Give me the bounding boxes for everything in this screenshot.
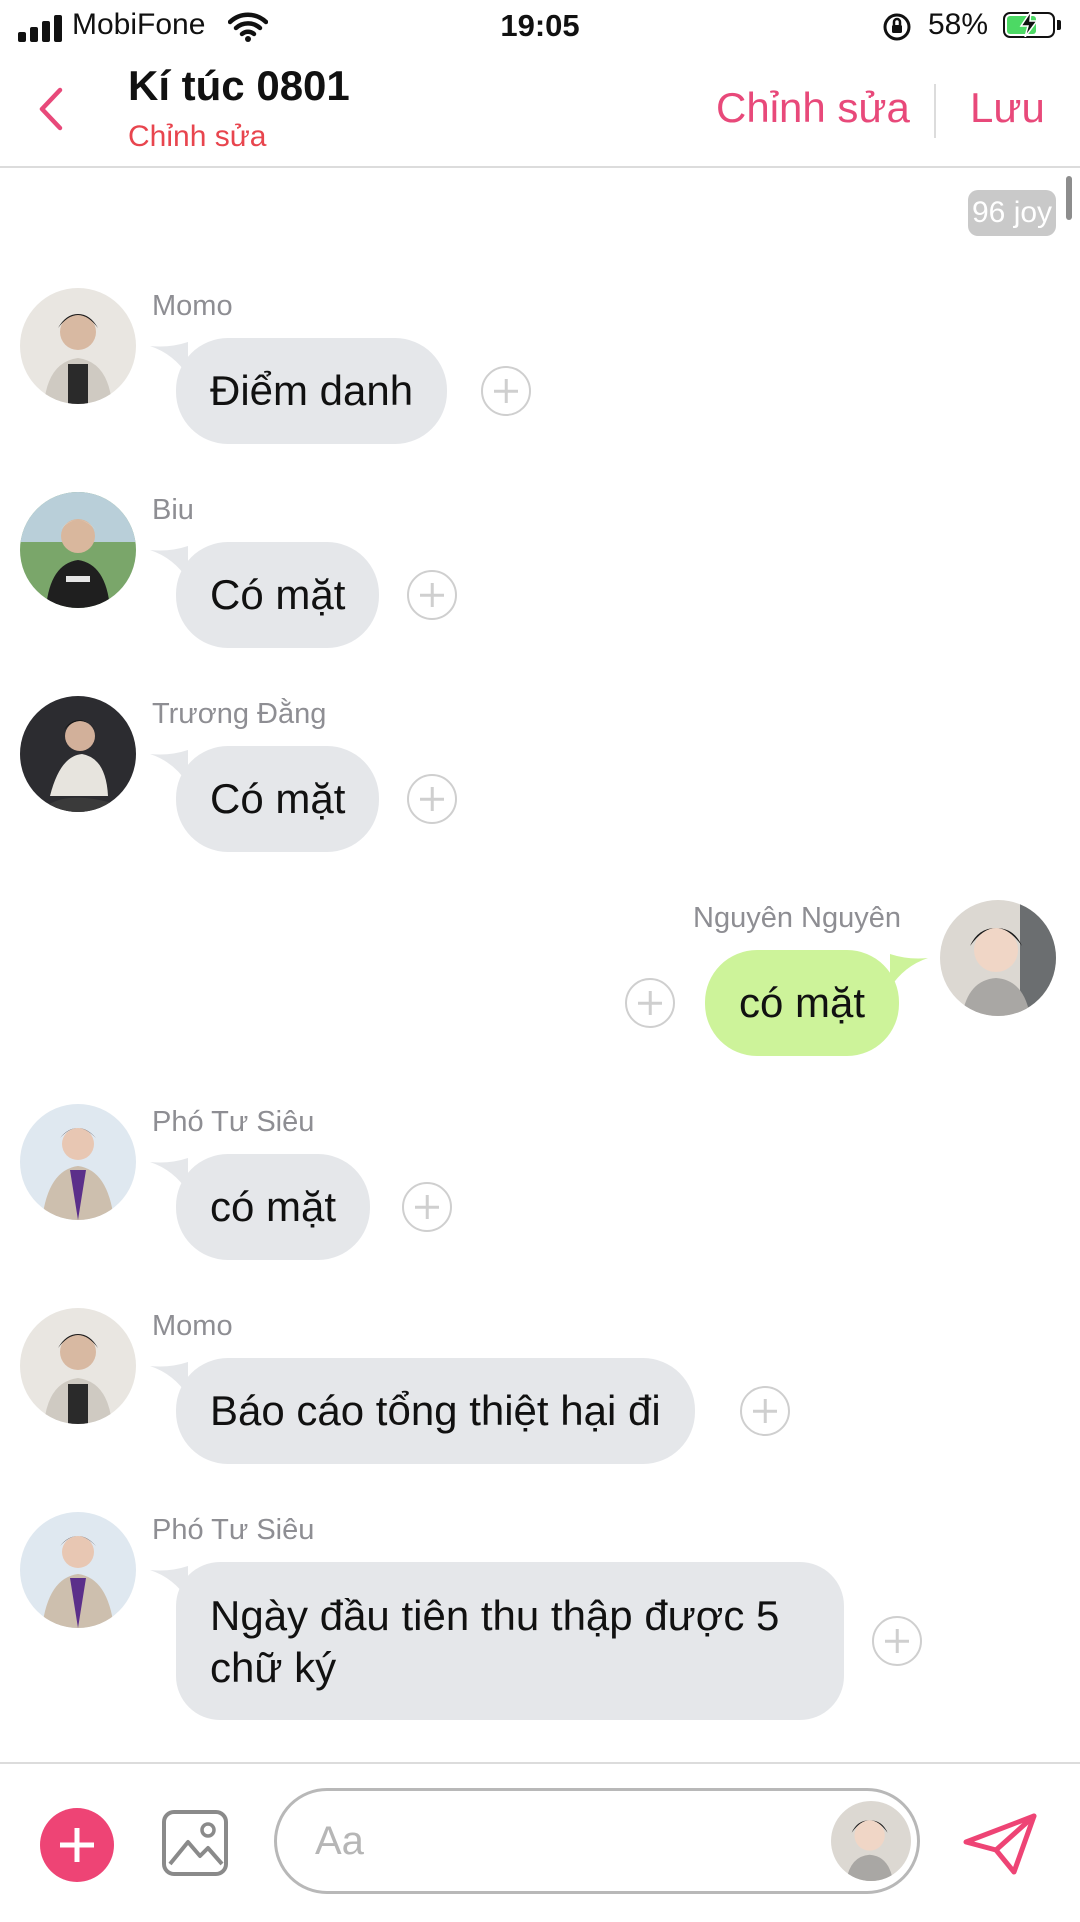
add-reaction-button[interactable] bbox=[407, 774, 457, 824]
sender-name: Phó Tư Siêu bbox=[152, 1514, 315, 1546]
add-reaction-button[interactable] bbox=[740, 1386, 790, 1436]
avatar[interactable] bbox=[20, 288, 136, 404]
message-bubble[interactable]: Ngày đầu tiên thu thập được 5 chữ ký bbox=[176, 1562, 844, 1720]
message-bubble[interactable]: Có mặt bbox=[176, 746, 380, 852]
status-bar: MobiFone 19:05 58% bbox=[0, 0, 1080, 56]
message-line: Ngày đầu tiên thu thập được 5 bbox=[210, 1592, 780, 1639]
add-reaction-button[interactable] bbox=[625, 978, 675, 1028]
battery-percent: 58% bbox=[928, 8, 989, 41]
bubble-tail bbox=[890, 954, 928, 988]
avatar[interactable] bbox=[20, 1512, 136, 1628]
chat-title: Kí túc 0801 bbox=[128, 62, 350, 109]
image-icon[interactable] bbox=[160, 1808, 230, 1878]
avatar[interactable] bbox=[20, 1308, 136, 1424]
avatar[interactable] bbox=[20, 696, 136, 812]
add-reaction-button[interactable] bbox=[872, 1616, 922, 1666]
sender-name: Phó Tư Siêu bbox=[152, 1106, 315, 1138]
sender-name: Nguyên Nguyên bbox=[693, 902, 901, 934]
header-divider bbox=[934, 84, 936, 138]
avatar[interactable] bbox=[831, 1801, 911, 1881]
edit-button[interactable]: Chỉnh sửa bbox=[716, 84, 910, 132]
message-bubble[interactable]: Báo cáo tổng thiệt hại đi bbox=[176, 1358, 695, 1464]
save-button[interactable]: Lưu bbox=[970, 84, 1045, 132]
sender-name: Trương Đằng bbox=[152, 698, 327, 730]
add-reaction-button[interactable] bbox=[402, 1182, 452, 1232]
chevron-left-icon[interactable] bbox=[36, 86, 66, 132]
plus-circle-icon[interactable] bbox=[40, 1808, 114, 1882]
avatar[interactable] bbox=[20, 1104, 136, 1220]
composer-bar: Aa bbox=[0, 1762, 1080, 1922]
avatar[interactable] bbox=[20, 492, 136, 608]
clock: 19:05 bbox=[500, 8, 580, 43]
message-placeholder: Aa bbox=[315, 1819, 364, 1863]
message-bubble[interactable]: có mặt bbox=[176, 1154, 371, 1260]
message-bubble[interactable]: Điểm danh bbox=[176, 338, 448, 444]
chat-header: Kí túc 0801 Chỉnh sửa Chỉnh sửa Lưu bbox=[0, 56, 1080, 168]
sender-name: Biu bbox=[152, 494, 194, 526]
message-bubble-outgoing[interactable]: có mặt bbox=[705, 950, 900, 1056]
message-input[interactable]: Aa bbox=[274, 1788, 920, 1894]
battery-tip bbox=[1057, 20, 1061, 30]
chat-subtitle[interactable]: Chỉnh sửa bbox=[128, 120, 267, 154]
battery-icon bbox=[1003, 11, 1055, 38]
add-reaction-button[interactable] bbox=[407, 570, 457, 620]
message-line: chữ ký bbox=[210, 1644, 337, 1691]
scrollbar[interactable] bbox=[1066, 176, 1072, 220]
avatar[interactable] bbox=[940, 900, 1056, 1016]
sender-name: Momo bbox=[152, 1310, 233, 1342]
joy-badge: 96 joy bbox=[968, 190, 1057, 236]
add-reaction-button[interactable] bbox=[481, 366, 531, 416]
paper-plane-icon[interactable] bbox=[962, 1812, 1038, 1876]
rotation-lock-icon bbox=[883, 13, 911, 41]
message-bubble[interactable]: Có mặt bbox=[176, 542, 380, 648]
sender-name: Momo bbox=[152, 290, 233, 322]
